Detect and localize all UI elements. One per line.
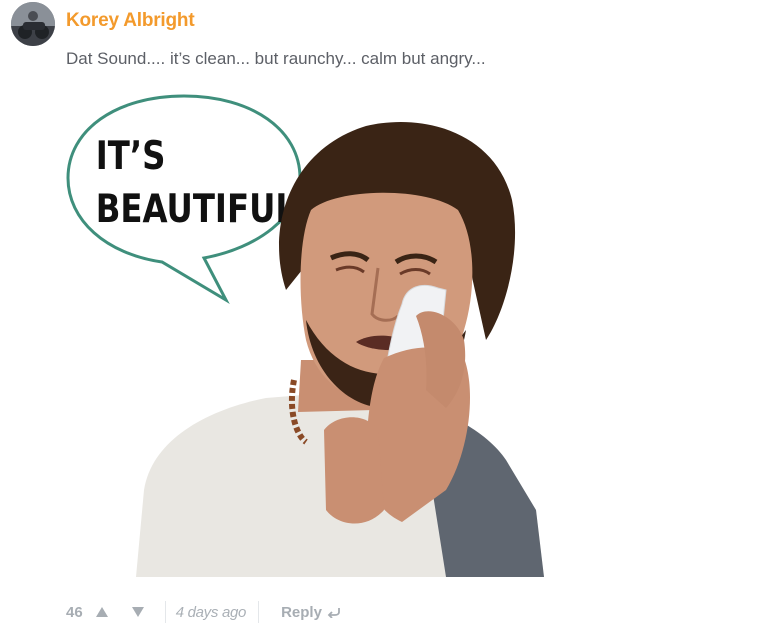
- comment-text: Dat Sound.... it’s clean... but raunchy.…: [66, 49, 486, 68]
- author-name[interactable]: Korey Albright: [66, 10, 195, 32]
- triangle-down-icon: [131, 607, 144, 617]
- comment: Korey Albright Dat Sound.... it’s clean.…: [0, 0, 766, 628]
- avatar-image: [11, 2, 55, 46]
- triangle-up-icon: [95, 607, 108, 617]
- bubble-line-1: IT’S: [96, 132, 166, 179]
- vote-count: 46: [66, 603, 83, 621]
- comment-image[interactable]: IT’S BEAUTIFUL...: [66, 90, 558, 577]
- reply-label: Reply: [281, 603, 322, 621]
- downvote-button[interactable]: [129, 603, 147, 621]
- upvote-button[interactable]: [93, 603, 111, 621]
- reply-arrow-icon: [327, 606, 341, 618]
- divider: [258, 601, 260, 623]
- timestamp[interactable]: 4 days ago: [176, 604, 247, 621]
- avatar[interactable]: [11, 2, 55, 46]
- reply-button[interactable]: Reply: [281, 604, 341, 621]
- divider: [164, 601, 166, 623]
- comment-footer: 46 4 days ago Reply: [66, 600, 341, 624]
